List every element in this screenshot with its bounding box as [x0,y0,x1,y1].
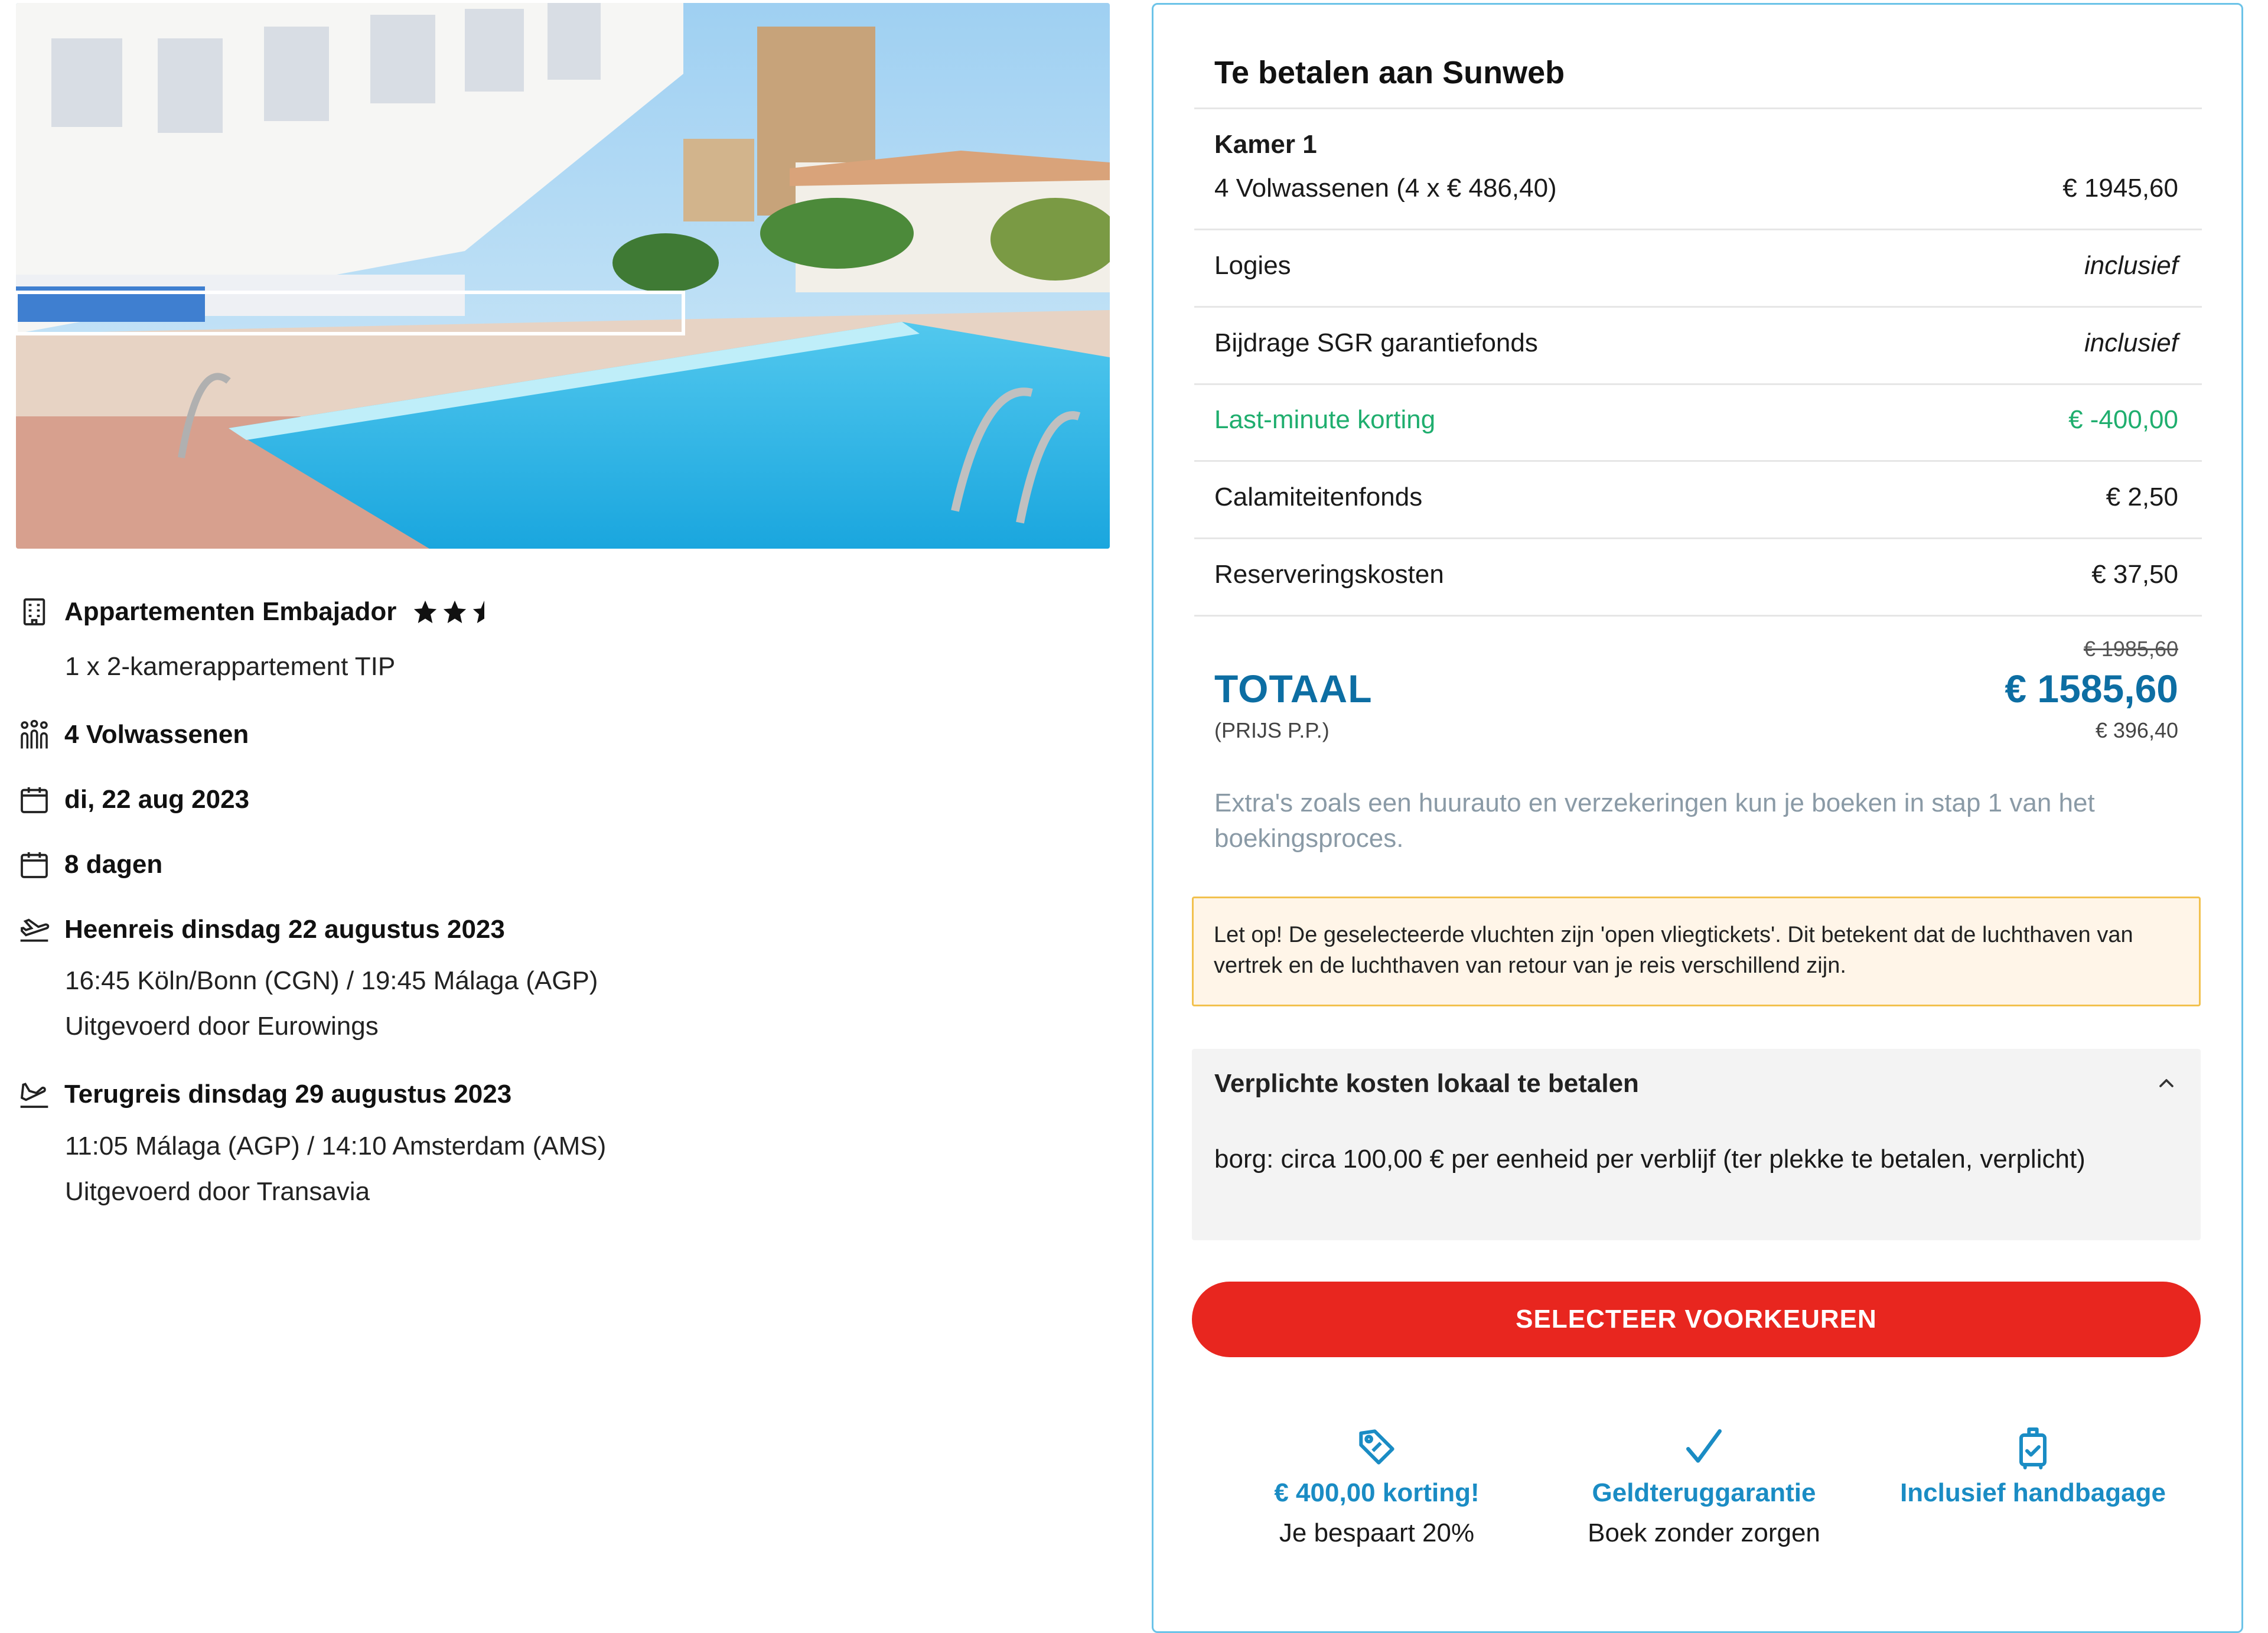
usp-title: Geldteruggarantie [1592,1478,1816,1507]
local-costs-title[interactable]: Verplichte kosten lokaal te betalen [1214,1069,1639,1099]
open-ticket-warning: Let op! De geselecteerde vluchten zijn '… [1192,897,2201,1006]
divider [1194,229,2202,230]
divider [1194,615,2202,617]
divider [1194,107,2202,109]
price-row-value: € 1945,60 [2062,174,2178,203]
return-operator: Uitgevoerd door Transavia [65,1177,370,1206]
divider [1194,383,2202,385]
travelers-count: 4 Volwassenen [64,720,249,749]
price-row-label: Logies [1214,251,1291,280]
total-price: € 1585,60 [2005,667,2178,710]
total-sub-label: (PRIJS P.P.) [1214,718,1329,742]
price-row-value: € 2,50 [2106,483,2178,511]
discount-value: € -400,00 [2068,405,2178,434]
plane-takeoff-icon [16,911,53,948]
price-row-label: 4 Volwassenen (4 x € 486,40) [1214,174,1557,203]
return-row: Terugreis dinsdag 29 augustus 2023 [16,1076,511,1113]
usp-money-back: Geldteruggarantie Boek zonder zorgen [1550,1423,1858,1556]
local-costs-text: borg: circa 100,00 € per eenheid per ver… [1214,1145,2085,1174]
usp-discount: € 400,00 korting! Je bespaart 20% [1223,1423,1530,1556]
price-row-label: Calamiteitenfonds [1214,483,1423,511]
usp-sub: Boek zonder zorgen [1588,1518,1820,1547]
calendar-icon [16,846,53,883]
discount-tag-icon [1359,1429,1394,1465]
outbound-operator: Uitgevoerd door Eurowings [65,1012,379,1041]
usp-sub: Je bespaart 20% [1279,1518,1475,1547]
departure-date: di, 22 aug 2023 [64,785,250,814]
hotel-name: Appartementen Embajador [64,597,397,626]
usp-title: € 400,00 korting! [1274,1478,1480,1507]
hotel-photo[interactable] [16,3,1110,549]
hotel-pool-image [16,3,1110,549]
price-per-person: € 396,40 [2095,718,2178,742]
old-price: € 1985,60 [2083,637,2178,661]
panel-title: Te betalen aan Sunweb [1214,55,1565,90]
usp-hand-luggage: Inclusief handbagage [1879,1423,2186,1511]
plane-landing-icon [16,1076,53,1113]
price-row-value: inclusief [2084,251,2178,280]
star-icon [414,600,437,624]
price-row-value: inclusief [2084,328,2178,357]
people-icon [16,716,53,753]
duration-row: 8 dagen [16,846,162,883]
outbound-times: 16:45 Köln/Bonn (CGN) / 19:45 Málaga (AG… [65,966,598,995]
return-times: 11:05 Málaga (AGP) / 14:10 Amsterdam (AM… [65,1132,607,1161]
extras-note: Extra's zoals een huurauto en verzekerin… [1214,788,2095,853]
date-row: di, 22 aug 2023 [16,781,249,818]
building-icon [16,594,53,630]
price-row-label: Bijdrage SGR garantiefonds [1214,328,1538,357]
divider [1194,537,2202,539]
divider [1194,306,2202,308]
price-row-label: Reserveringskosten [1214,560,1444,589]
room-type: 1 x 2-kamerappartement TIP [65,652,396,681]
travelers-row: 4 Volwassenen [16,716,249,753]
return-title: Terugreis dinsdag 29 augustus 2023 [64,1080,512,1109]
half-star-icon [473,600,485,624]
price-row-value: € 37,50 [2091,560,2178,589]
trip-duration: 8 dagen [64,850,163,879]
select-preferences-button[interactable]: SELECTEER VOORKEUREN [1192,1282,2201,1357]
usp-title: Inclusief handbagage [1900,1478,2166,1507]
room-heading: Kamer 1 [1214,130,1317,159]
divider [1194,460,2202,462]
luggage-check-icon [2019,1427,2047,1469]
star-rating [412,598,498,625]
chevron-up-icon[interactable] [2155,1071,2178,1095]
calendar-icon [16,781,53,818]
checkmark-icon [1686,1429,1722,1463]
total-label: TOTAAL [1214,667,1373,710]
outbound-row: Heenreis dinsdag 22 augustus 2023 [16,911,505,948]
discount-label: Last-minute korting [1214,405,1436,434]
outbound-title: Heenreis dinsdag 22 augustus 2023 [64,915,505,944]
hotel-name-row: Appartementen Embajador [16,594,498,630]
star-icon [444,600,467,624]
